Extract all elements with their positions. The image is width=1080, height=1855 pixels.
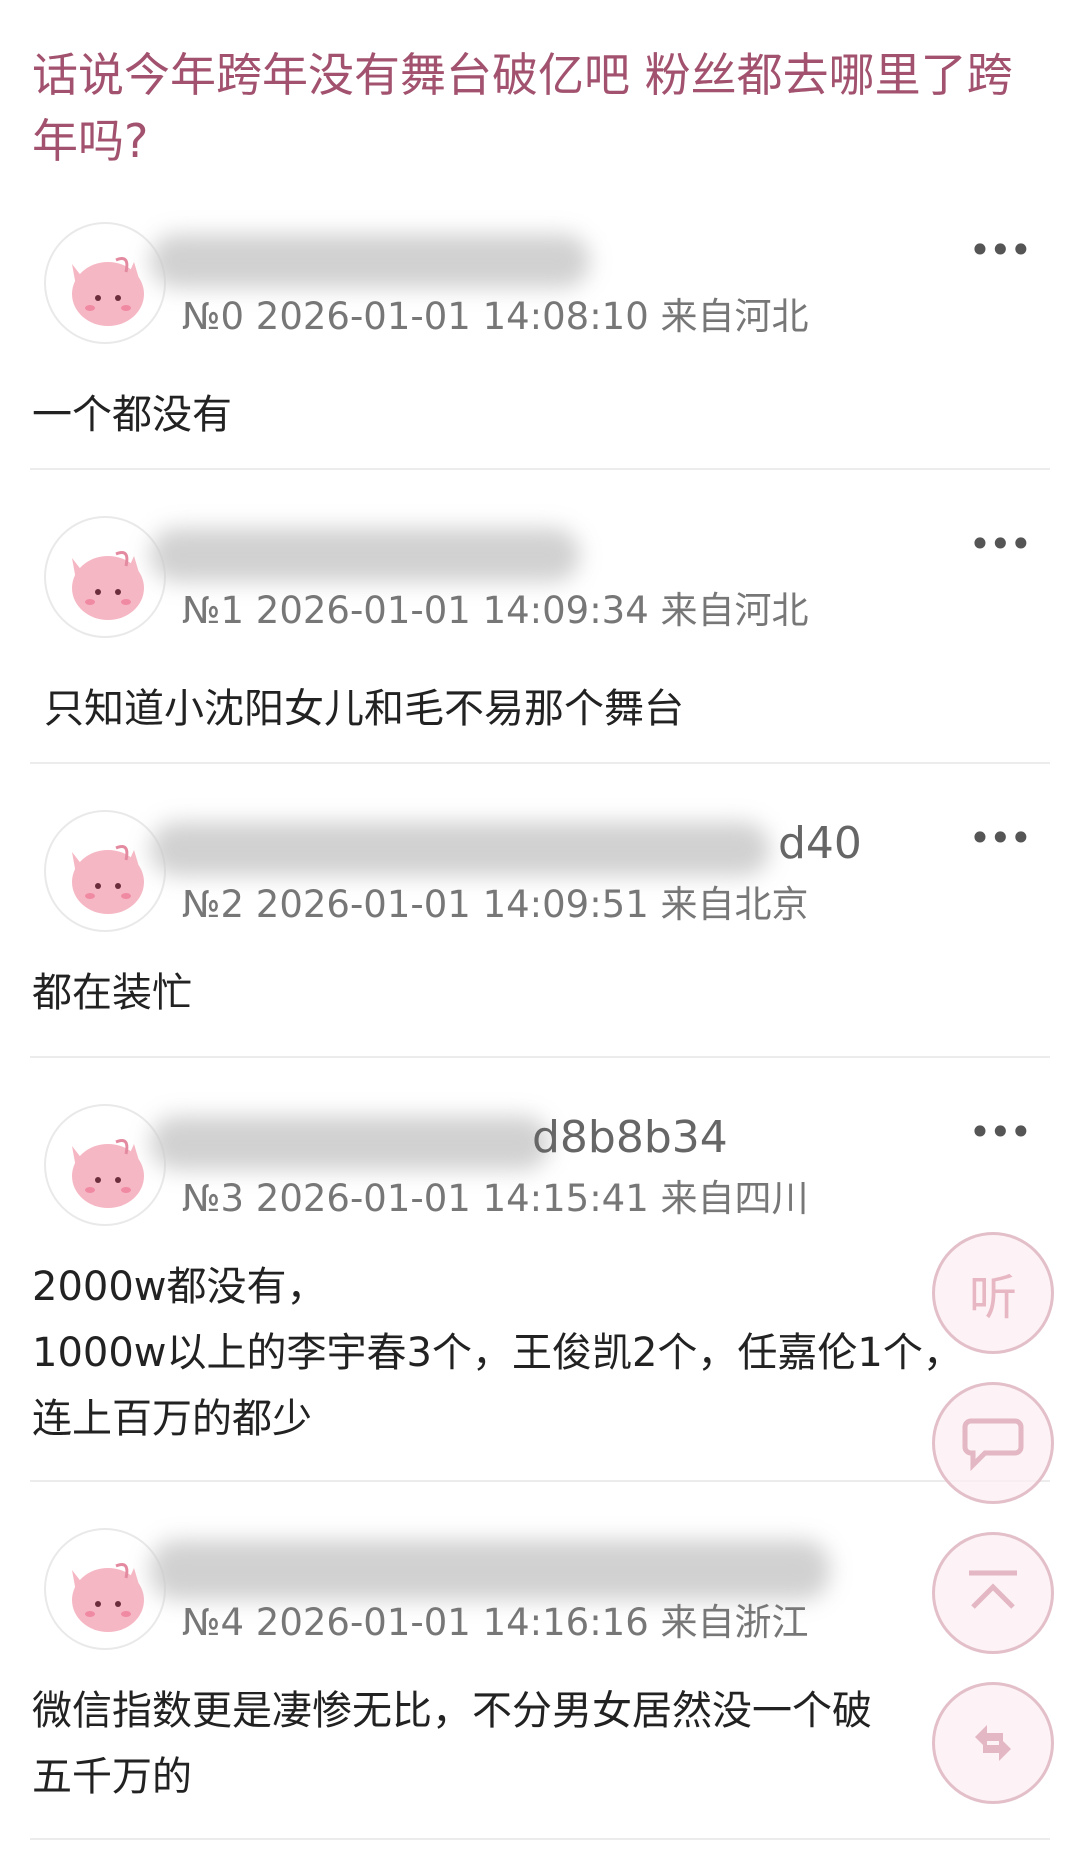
comment-button[interactable] <box>932 1382 1054 1504</box>
divider <box>30 762 1050 764</box>
thread-title: 话说今年跨年没有舞台破亿吧 粉丝都去哪里了跨年吗? <box>32 48 1013 168</box>
clefairy-avatar-icon <box>72 1139 144 1208</box>
clefairy-avatar-icon <box>72 1563 144 1632</box>
arrow-up-icon <box>969 1570 1017 1609</box>
username-redacted <box>150 1540 830 1600</box>
more-options-icon[interactable]: ••• <box>969 228 1032 272</box>
post-content: 微信指数更是凄惨无比，不分男女居然没一个破 五千万的 <box>32 1688 872 1800</box>
username-suffix: d40 <box>778 818 862 869</box>
comment-icon <box>962 1418 1024 1471</box>
more-options-icon[interactable]: ••• <box>969 1110 1032 1154</box>
divider <box>30 1838 1050 1840</box>
username-suffix: d8b8b34 <box>532 1112 728 1163</box>
listen-label: 听 <box>968 1270 1017 1326</box>
refresh-icon <box>975 1725 1011 1761</box>
post-meta: №3 2026-01-01 14:15:41 来自四川 <box>182 1177 809 1220</box>
post-content: 一个都没有 <box>32 392 232 438</box>
divider <box>30 1480 1050 1482</box>
avatar[interactable] <box>44 1104 166 1226</box>
username-redacted <box>150 234 590 288</box>
refresh-button[interactable] <box>932 1682 1054 1804</box>
avatar[interactable] <box>44 222 166 344</box>
divider <box>30 1056 1050 1058</box>
username-redacted <box>150 1116 550 1170</box>
username-redacted <box>150 822 770 876</box>
more-options-icon[interactable]: ••• <box>969 522 1032 566</box>
avatar[interactable] <box>44 1528 166 1650</box>
more-options-icon[interactable]: ••• <box>969 816 1032 860</box>
listen-button[interactable]: 听 <box>932 1232 1054 1354</box>
clefairy-avatar-icon <box>72 257 144 326</box>
post-meta: №0 2026-01-01 14:08:10 来自河北 <box>182 295 809 338</box>
back-to-top-button[interactable] <box>932 1532 1054 1654</box>
post-meta: №4 2026-01-01 14:16:16 来自浙江 <box>182 1601 809 1644</box>
post-content: 2000w都没有， 1000w以上的李宇春3个，王俊凯2个，任嘉伦1个， 连上百… <box>32 1264 963 1442</box>
username-redacted <box>150 528 580 582</box>
post-meta: №2 2026-01-01 14:09:51 来自北京 <box>182 883 809 926</box>
clefairy-avatar-icon <box>72 551 144 620</box>
post-content: 都在装忙 <box>32 970 192 1016</box>
clefairy-avatar-icon <box>72 845 144 914</box>
divider <box>30 468 1050 470</box>
avatar[interactable] <box>44 810 166 932</box>
avatar[interactable] <box>44 516 166 638</box>
post-meta: №1 2026-01-01 14:09:34 来自河北 <box>182 589 809 632</box>
post-content: 只知道小沈阳女儿和毛不易那个舞台 <box>44 686 684 732</box>
